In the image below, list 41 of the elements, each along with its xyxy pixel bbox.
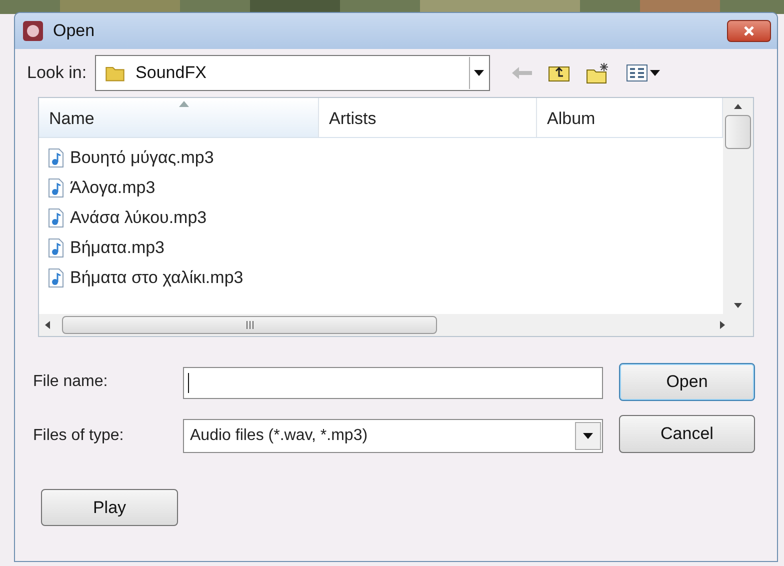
audio-file-icon (47, 268, 65, 288)
file-item[interactable]: Βουητό μύγας.mp3 (47, 144, 214, 171)
file-item[interactable]: Βήματα.mp3 (47, 234, 165, 261)
caret-icon (650, 70, 660, 76)
scroll-thumb[interactable] (62, 316, 437, 334)
text-cursor (188, 373, 189, 393)
audio-file-icon (47, 178, 65, 198)
view-icon (626, 63, 648, 83)
look-in-dropdown[interactable]: SoundFX (94, 55, 490, 91)
new-folder-icon[interactable] (586, 62, 610, 84)
open-button[interactable]: Open (619, 363, 755, 401)
window-title: Open (53, 20, 95, 42)
scroll-right-icon (720, 321, 725, 329)
close-icon (743, 25, 755, 37)
caret-icon (474, 70, 484, 76)
file-type-label: Files of type: (33, 426, 125, 446)
audio-file-icon (47, 148, 65, 168)
scroll-thumb[interactable] (725, 115, 751, 149)
file-type-dropdown[interactable]: Audio files (*.wav, *.mp3) (183, 419, 603, 453)
sort-arrow-icon (179, 101, 189, 107)
look-in-label: Look in: (27, 62, 87, 84)
audio-file-icon (47, 238, 65, 258)
close-button[interactable] (727, 20, 771, 42)
scroll-left-icon (45, 321, 50, 329)
grip-icon (246, 321, 254, 329)
file-name-field[interactable] (183, 367, 603, 399)
horizontal-scrollbar[interactable] (39, 314, 753, 336)
file-item[interactable]: Βήματα στο χαλίκι.mp3 (47, 264, 244, 291)
scroll-down-icon (734, 303, 742, 308)
file-item[interactable]: Άλογα.mp3 (47, 174, 156, 201)
scroll-up-icon (734, 104, 742, 109)
file-name-label: File name: (33, 372, 109, 392)
play-button[interactable]: Play (41, 489, 178, 526)
cancel-button[interactable]: Cancel (619, 415, 755, 453)
audio-file-icon (47, 208, 65, 228)
view-menu-button[interactable] (626, 63, 660, 83)
file-item[interactable]: Ανάσα λύκου.mp3 (47, 204, 207, 231)
column-header[interactable]: Name (39, 98, 319, 137)
vertical-scrollbar[interactable] (723, 98, 753, 314)
caret-icon (583, 433, 593, 439)
app-icon (21, 19, 45, 43)
